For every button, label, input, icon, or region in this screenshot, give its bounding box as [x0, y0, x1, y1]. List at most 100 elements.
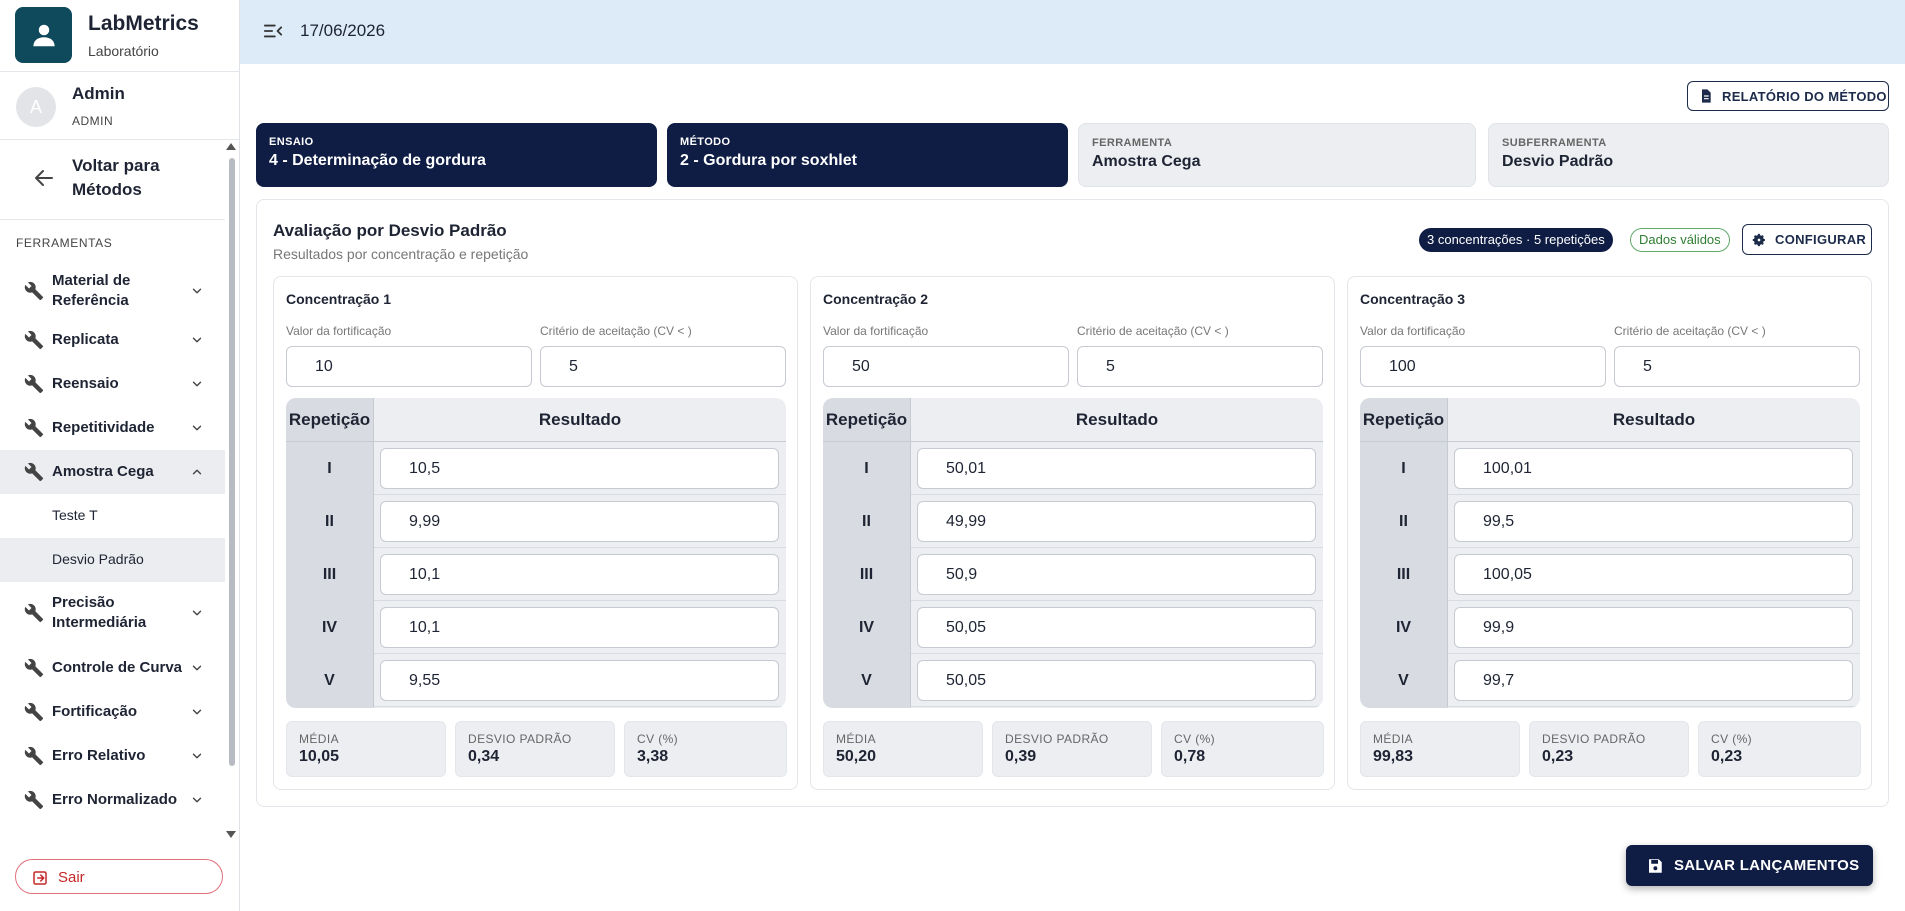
chevron-down-icon[interactable] — [190, 333, 204, 347]
stat-label: DESVIO PADRÃO — [468, 732, 572, 746]
results-table: Repetição Resultado I 100,01 II 99,5 III 100,05… — [1360, 398, 1860, 708]
table-row: I 100,01 — [1360, 442, 1860, 495]
table-row: III 10,1 — [286, 548, 786, 601]
configure-label: CONFIGURAR — [1775, 232, 1867, 247]
chevron-up-icon[interactable] — [190, 465, 204, 479]
menu-collapse-icon[interactable] — [262, 21, 284, 41]
sidebar-item-amostra-cega[interactable]: Amostra Cega — [0, 450, 225, 494]
concentration-card-3: Concentração 3 Valor da fortificação Crité… — [1347, 276, 1872, 790]
sidebar-item-erro-normalizado[interactable]: Erro Normalizado — [0, 778, 225, 822]
sidebar-item-fortificacao[interactable]: Fortificação — [0, 690, 225, 734]
breadcrumb-subferramenta[interactable]: SUBFERRAMENTA Desvio Padrão — [1488, 123, 1889, 187]
result-input[interactable]: 99,7 — [1454, 660, 1853, 701]
sidebar-item-repetitividade[interactable]: Repetitividade — [0, 406, 225, 450]
stat-value: 99,83 — [1373, 748, 1414, 765]
user-name: Admin — [72, 84, 125, 103]
table-row: IV 99,9 — [1360, 601, 1860, 654]
concentration-title: Concentração 2 — [823, 291, 929, 307]
fortification-input[interactable]: 50 — [823, 346, 1069, 387]
sidebar-item-erro-relativo[interactable]: Erro Relativo — [0, 734, 225, 778]
result-input[interactable]: 99,5 — [1454, 501, 1853, 542]
result-input[interactable]: 10,1 — [380, 607, 779, 648]
breadcrumb-ensaio[interactable]: ENSAIO 4 - Determinação de gordura — [256, 123, 657, 187]
sidebar-item-reensaio[interactable]: Reensaio — [0, 362, 225, 406]
results-table: Repetição Resultado I 10,5 II 9,99 III 10,1 IV 10… — [286, 398, 786, 708]
result-input[interactable]: 10,5 — [380, 448, 779, 489]
criteria-input[interactable]: 5 — [1077, 346, 1323, 387]
concentration-title: Concentração 1 — [286, 291, 392, 307]
wrench-icon — [24, 462, 44, 482]
result-input[interactable]: 50,05 — [917, 660, 1316, 701]
table-row: III 100,05 — [1360, 548, 1860, 601]
chevron-down-icon[interactable] — [190, 793, 204, 807]
status-badge: Dados válidos — [1630, 228, 1730, 252]
scroll-down-arrow-icon[interactable] — [226, 831, 236, 838]
result-header: Resultado — [911, 398, 1323, 442]
table-row: V 50,05 — [823, 654, 1323, 707]
repetition-number: III — [1360, 548, 1448, 601]
criteria-input[interactable]: 5 — [540, 346, 786, 387]
repetition-number: I — [823, 442, 911, 495]
summary-chip: 3 concentrações · 5 repetições — [1419, 228, 1613, 252]
stat-label: CV (%) — [1174, 732, 1216, 746]
chevron-down-icon[interactable] — [190, 661, 204, 675]
table-row: V 9,55 — [286, 654, 786, 707]
breadcrumb-ferramenta[interactable]: FERRAMENTA Amostra Cega — [1078, 123, 1476, 187]
configure-button[interactable]: CONFIGURAR — [1742, 224, 1872, 255]
sidebar-item-material-de-referencia[interactable]: Material de Referência — [0, 266, 225, 316]
result-input[interactable]: 50,01 — [917, 448, 1316, 489]
sidebar-item-controle-de-curva[interactable]: Controle de Curva — [0, 646, 225, 690]
result-input[interactable]: 50,9 — [917, 554, 1316, 595]
table-row: III 50,9 — [823, 548, 1323, 601]
breadcrumb-key: MÉTODO — [680, 136, 731, 148]
sidebar-item-precisao-intermediaria[interactable]: Precisão Intermediária — [0, 582, 225, 644]
result-input[interactable]: 9,55 — [380, 660, 779, 701]
chevron-down-icon[interactable] — [190, 377, 204, 391]
logout-button[interactable]: Sair — [15, 859, 223, 894]
result-input[interactable]: 49,99 — [917, 501, 1316, 542]
table-row: IV 50,05 — [823, 601, 1323, 654]
fortification-label: Valor da fortificação — [1360, 324, 1466, 338]
repetition-number: IV — [286, 601, 374, 654]
back-to-methods-label[interactable]: Voltar para Métodos — [72, 154, 192, 202]
std-stat: DESVIO PADRÃO 0,34 — [455, 721, 615, 777]
method-report-button[interactable]: RELATÓRIO DO MÉTODO — [1687, 81, 1889, 111]
result-input[interactable]: 100,01 — [1454, 448, 1853, 489]
fortification-input[interactable]: 100 — [1360, 346, 1606, 387]
result-input[interactable]: 10,1 — [380, 554, 779, 595]
sidebar-item-label: Replicata — [52, 331, 119, 348]
sidebar-item-replicata[interactable]: Replicata — [0, 318, 225, 362]
app-subtitle: Laboratório — [88, 43, 159, 59]
save-entries-button[interactable]: SALVAR LANÇAMENTOS — [1626, 845, 1873, 886]
sidebar-scroll-thumb[interactable] — [229, 158, 235, 766]
wrench-icon — [24, 281, 44, 301]
repetition-number: V — [286, 654, 374, 707]
repetition-number: II — [286, 495, 374, 548]
sidebar-subitem-desvio-padrao[interactable]: Desvio Padrão — [0, 538, 225, 582]
scroll-up-arrow-icon[interactable] — [226, 143, 236, 150]
fortification-input[interactable]: 10 — [286, 346, 532, 387]
breadcrumb-key: ENSAIO — [269, 136, 314, 148]
arrow-left-icon[interactable] — [32, 166, 56, 190]
mean-stat: MÉDIA 50,20 — [823, 721, 983, 777]
stat-value: 0,23 — [1711, 748, 1743, 765]
chevron-down-icon[interactable] — [190, 749, 204, 763]
chevron-down-icon[interactable] — [190, 606, 204, 620]
repetition-number: V — [823, 654, 911, 707]
repetition-number: III — [823, 548, 911, 601]
chevron-down-icon[interactable] — [190, 421, 204, 435]
wrench-icon — [24, 746, 44, 766]
std-stat: DESVIO PADRÃO 0,39 — [992, 721, 1152, 777]
result-input[interactable]: 9,99 — [380, 501, 779, 542]
result-input[interactable]: 99,9 — [1454, 607, 1853, 648]
criteria-input[interactable]: 5 — [1614, 346, 1860, 387]
result-input[interactable]: 50,05 — [917, 607, 1316, 648]
chevron-down-icon[interactable] — [190, 284, 204, 298]
wrench-icon — [24, 374, 44, 394]
result-input[interactable]: 100,05 — [1454, 554, 1853, 595]
repetition-header: Repetição — [823, 398, 911, 442]
table-row: IV 10,1 — [286, 601, 786, 654]
breadcrumb-metodo[interactable]: MÉTODO 2 - Gordura por soxhlet — [667, 123, 1068, 187]
chevron-down-icon[interactable] — [190, 705, 204, 719]
sidebar-subitem-teste-t[interactable]: Teste T — [0, 494, 225, 538]
